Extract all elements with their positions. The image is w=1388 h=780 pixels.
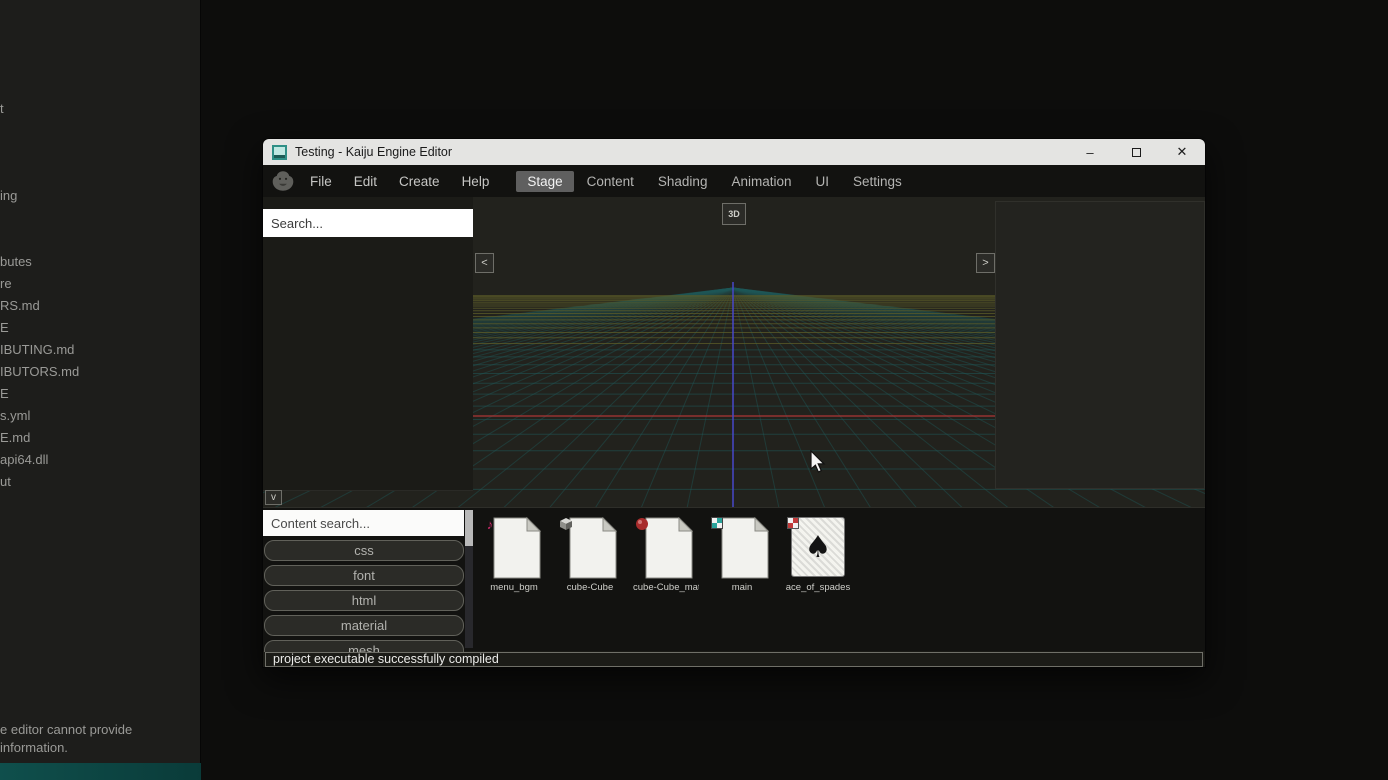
- folder-material[interactable]: material: [264, 615, 464, 636]
- content-search-input[interactable]: [263, 510, 464, 536]
- menubar: File Edit Create Help Stage Content Shad…: [263, 165, 1205, 197]
- collapse-content-button[interactable]: v: [265, 490, 282, 505]
- cube-icon: [559, 517, 573, 531]
- maximize-button[interactable]: [1113, 139, 1159, 165]
- menu-help[interactable]: Help: [451, 174, 501, 189]
- music-note-icon: ♪: [486, 516, 494, 532]
- playing-card-image: ♠: [791, 517, 845, 577]
- material-sphere-icon: [635, 517, 649, 531]
- bg-notice-line: e editor cannot provide: [0, 722, 133, 737]
- tab-bar: Stage Content Shading Animation UI Setti…: [515, 170, 913, 192]
- tab-shading[interactable]: Shading: [647, 171, 719, 192]
- hierarchy-panel: [263, 197, 473, 491]
- file-icon: [569, 517, 617, 579]
- bg-text-fragment: s.yml: [0, 408, 31, 423]
- folder-html[interactable]: html: [264, 590, 464, 611]
- file-icon: [645, 517, 693, 579]
- menu-edit[interactable]: Edit: [343, 174, 388, 189]
- content-item-cube-material[interactable]: cube-Cube_mat: [633, 515, 699, 593]
- menu-file[interactable]: File: [299, 174, 343, 189]
- tab-ui[interactable]: UI: [805, 171, 841, 192]
- tab-settings[interactable]: Settings: [842, 171, 913, 192]
- content-item-main-stage[interactable]: main: [709, 515, 775, 593]
- bg-window-statusbar: [0, 763, 201, 780]
- main-area: 3D < > v: [263, 197, 1205, 507]
- folder-mesh[interactable]: mesh: [264, 640, 464, 652]
- menu-create[interactable]: Create: [388, 174, 451, 189]
- window-controls: – ✕: [1067, 139, 1205, 165]
- viewport-next-button[interactable]: >: [976, 253, 995, 273]
- close-button[interactable]: ✕: [1159, 139, 1205, 165]
- bg-text-fragment: IBUTING.md: [0, 342, 75, 357]
- bg-text-fragment: E.md: [0, 430, 31, 445]
- status-text: project executable successfully compiled: [273, 652, 499, 666]
- content-item-label: main: [731, 582, 753, 593]
- bg-text-fragment: IBUTORS.md: [0, 364, 80, 379]
- bg-text-fragment: E: [0, 320, 9, 335]
- status-bar: project executable successfully compiled: [265, 652, 1203, 667]
- view-mode-3d-button[interactable]: 3D: [722, 203, 746, 225]
- content-browser: css font html material mesh ♪ menu_bgm: [263, 507, 1205, 652]
- tab-content[interactable]: Content: [576, 171, 645, 192]
- search-input[interactable]: [263, 209, 473, 237]
- editor-window: Testing - Kaiju Engine Editor – ✕ File E…: [262, 138, 1206, 668]
- content-item-label: cube-Cube: [566, 582, 614, 593]
- bg-text-fragment: ut: [0, 474, 11, 489]
- card-thumbnail: ♠: [785, 515, 851, 581]
- content-item-menu-bgm[interactable]: ♪ menu_bgm: [481, 515, 547, 593]
- content-item-label: menu_bgm: [490, 582, 538, 593]
- bg-text-fragment: re: [0, 276, 12, 291]
- bg-text-fragment: RS.md: [0, 298, 40, 313]
- background-window: t ing butes re RS.md E IBUTING.md IBUTOR…: [0, 0, 201, 780]
- content-item-label: cube-Cube_mat: [633, 582, 699, 593]
- bg-notice-line: information.: [0, 740, 68, 755]
- folder-font[interactable]: font: [264, 565, 464, 586]
- mouse-cursor: [810, 450, 826, 473]
- details-panel: [995, 201, 1205, 489]
- file-thumbnail: [633, 515, 699, 581]
- bg-text-fragment: api64.dll: [0, 452, 49, 467]
- file-thumbnail: [709, 515, 775, 581]
- tab-stage[interactable]: Stage: [516, 170, 574, 192]
- bg-text-fragment: t: [0, 101, 4, 116]
- stage-checker-icon: [711, 517, 723, 529]
- folder-scrollbar[interactable]: [465, 510, 473, 648]
- scrollbar-thumb[interactable]: [465, 510, 473, 546]
- texture-checker-icon: [787, 517, 799, 529]
- content-items: ♪ menu_bgm cube-Cube cube-Cube_mat main …: [481, 515, 851, 594]
- maximize-icon: [1131, 147, 1141, 157]
- minimize-button[interactable]: –: [1067, 139, 1113, 165]
- viewport-prev-button[interactable]: <: [475, 253, 494, 273]
- file-icon: [721, 517, 769, 579]
- bg-text-fragment: ing: [0, 188, 18, 203]
- content-item-ace-of-spades[interactable]: ♠ ace_of_spades: [785, 515, 851, 593]
- file-thumbnail: ♪: [481, 515, 547, 581]
- spade-icon: ♠: [804, 529, 832, 565]
- content-item-label: ace_of_spades: [785, 582, 851, 593]
- titlebar: Testing - Kaiju Engine Editor – ✕: [263, 139, 1205, 165]
- file-icon: [493, 517, 541, 579]
- file-thumbnail: [557, 515, 623, 581]
- gorilla-logo-icon: [272, 171, 294, 191]
- bg-text-fragment: butes: [0, 254, 32, 269]
- bg-text-fragment: E: [0, 386, 9, 401]
- app-icon: [272, 144, 287, 160]
- content-item-cube-mesh[interactable]: cube-Cube: [557, 515, 623, 593]
- folder-list: css font html material mesh: [264, 540, 464, 652]
- folder-css[interactable]: css: [264, 540, 464, 561]
- window-title: Testing - Kaiju Engine Editor: [295, 145, 453, 159]
- tab-animation[interactable]: Animation: [720, 171, 802, 192]
